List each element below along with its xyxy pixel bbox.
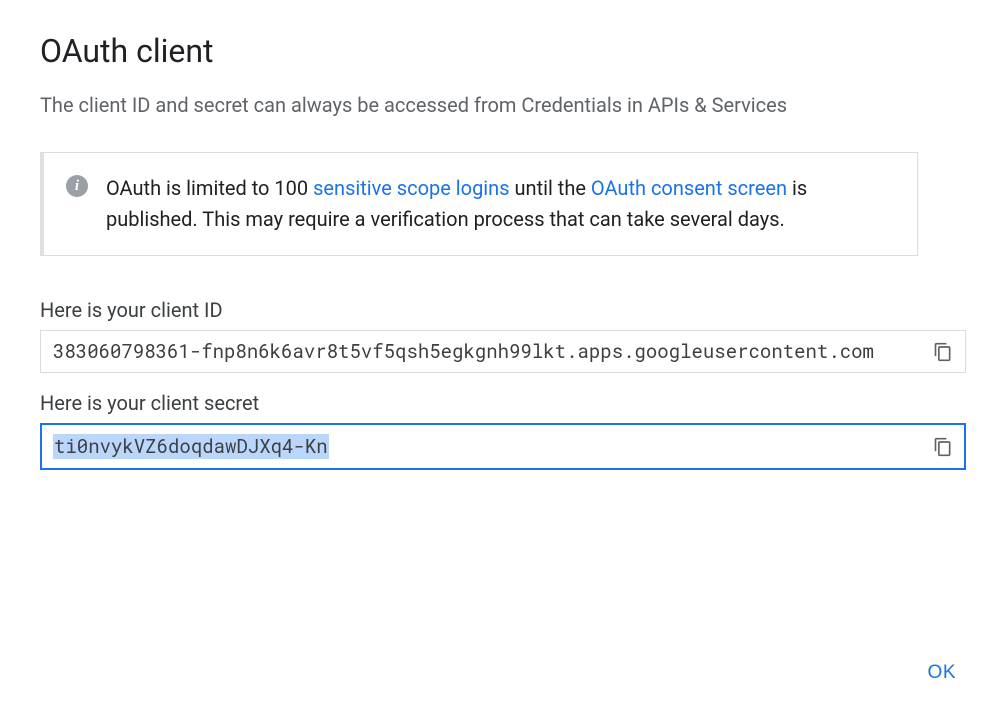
info-callout: OAuth is limited to 100 sensitive scope … bbox=[40, 152, 918, 256]
client-secret-field[interactable]: ti0nvykVZ6doqdawDJXq4-Kn bbox=[40, 423, 966, 470]
sensitive-scope-link[interactable]: sensitive scope logins bbox=[313, 176, 509, 200]
copy-icon bbox=[933, 437, 953, 457]
info-text: OAuth is limited to 100 sensitive scope … bbox=[106, 173, 895, 235]
client-secret-value: ti0nvykVZ6doqdawDJXq4-Kn bbox=[53, 434, 329, 459]
ok-button[interactable]: OK bbox=[916, 654, 968, 692]
client-secret-label: Here is your client secret bbox=[40, 391, 968, 415]
info-text-prefix: OAuth is limited to 100 bbox=[106, 176, 313, 200]
copy-client-secret-button[interactable] bbox=[931, 435, 955, 459]
info-text-middle: until the bbox=[510, 176, 591, 200]
copy-icon bbox=[933, 342, 953, 362]
copy-client-id-button[interactable] bbox=[931, 340, 955, 364]
info-icon bbox=[66, 175, 88, 197]
client-id-field[interactable]: 383060798361-fnp8n6k6avr8t5vf5qsh5egkgnh… bbox=[40, 330, 966, 373]
client-id-label: Here is your client ID bbox=[40, 298, 968, 322]
subtitle-text: The client ID and secret can always be a… bbox=[40, 90, 900, 120]
client-id-value: 383060798361-fnp8n6k6avr8t5vf5qsh5egkgnh… bbox=[53, 339, 874, 364]
oauth-consent-link[interactable]: OAuth consent screen bbox=[591, 176, 787, 200]
page-title: OAuth client bbox=[40, 32, 968, 70]
